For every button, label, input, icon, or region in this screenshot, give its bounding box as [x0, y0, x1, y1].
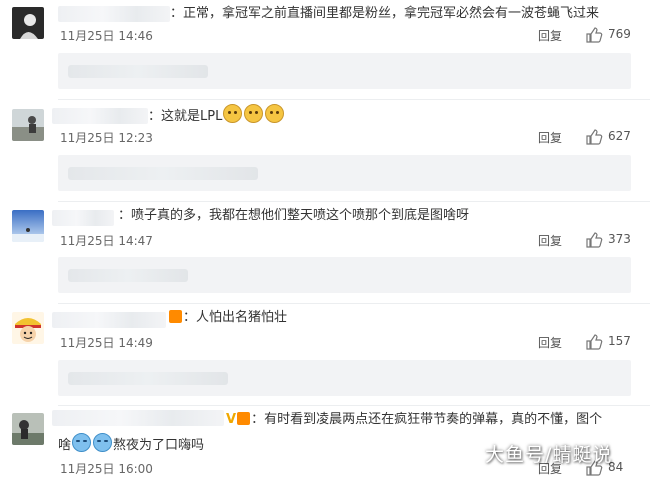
watermark: 大鱼号/蜻蜓说: [485, 444, 613, 466]
thumbs-up-icon[interactable]: [585, 333, 603, 351]
avatar[interactable]: [12, 7, 44, 39]
timestamp: 11月25日 14:49: [60, 336, 153, 350]
comment-text: ：这就是LPL: [148, 104, 285, 127]
sub-reply-box[interactable]: [58, 360, 631, 396]
sub-reply-box[interactable]: [58, 53, 631, 89]
comment-text: ：人怕出名猪怕壮: [168, 308, 287, 328]
timestamp: 11月25日 12:23: [60, 131, 153, 145]
avatar[interactable]: [12, 413, 44, 445]
divider: [58, 99, 650, 100]
thumbs-up-icon[interactable]: [585, 26, 603, 44]
reply-button[interactable]: 回复: [538, 334, 562, 351]
reply-button[interactable]: 回复: [538, 27, 562, 44]
avatar[interactable]: [12, 210, 44, 242]
like-count: 157: [608, 334, 631, 348]
sub-reply-box[interactable]: [58, 257, 631, 293]
comment-text-line2: 啥熬夜为了口嗨吗: [58, 433, 204, 456]
avatar[interactable]: [12, 312, 44, 344]
comment-text: ：喷子真的多，我都在想他们整天喷这个喷那个到底是图啥呀: [118, 208, 470, 223]
sub-reply-box[interactable]: [58, 155, 631, 191]
username[interactable]: [52, 108, 148, 124]
username[interactable]: [52, 312, 166, 328]
avatar-image: [12, 109, 44, 141]
divider: [58, 303, 650, 304]
vip-badge-icon: [237, 412, 251, 425]
timestamp: 11月25日 14:46: [60, 29, 153, 43]
colon: ：: [148, 109, 162, 124]
like-count: 373: [608, 232, 631, 246]
username[interactable]: [52, 210, 114, 226]
comment-text: V ：有时看到凌晨两点还在疯狂带节奏的弹幕，真的不懂，图个: [226, 412, 603, 427]
avatar[interactable]: [12, 109, 44, 141]
comment-text: ：正常，拿冠军之前直播间里都是粉丝，拿完冠军必然会有一波苍蝇飞过来: [170, 6, 600, 21]
divider: [58, 405, 650, 406]
timestamp: 11月25日 14:47: [60, 234, 153, 248]
username[interactable]: [52, 410, 224, 426]
username[interactable]: [58, 6, 170, 22]
thumbs-up-icon[interactable]: [585, 231, 603, 249]
vip-badge-icon: [169, 310, 182, 323]
divider: [58, 201, 650, 202]
avatar-image: [12, 312, 44, 344]
timestamp: 11月25日 16:00: [60, 462, 153, 476]
like-count: 627: [608, 129, 631, 143]
colon: ：: [170, 6, 184, 21]
dog-emoji: [223, 104, 243, 123]
avatar-image: [12, 413, 44, 445]
reply-button[interactable]: 回复: [538, 232, 562, 249]
colon: ：: [183, 310, 197, 325]
thumbs-up-icon[interactable]: [585, 128, 603, 146]
v-badge-icon: V: [226, 412, 237, 427]
dog-emoji: [244, 104, 264, 123]
colon: ：: [118, 208, 132, 223]
dog-emoji: [265, 104, 285, 123]
avatar-image: [12, 7, 44, 39]
avatar-image: [12, 210, 44, 242]
like-count: 769: [608, 27, 631, 41]
colon: ：: [251, 412, 265, 427]
cry-emoji: [72, 433, 92, 452]
cry-emoji: [93, 433, 113, 452]
reply-button[interactable]: 回复: [538, 129, 562, 146]
